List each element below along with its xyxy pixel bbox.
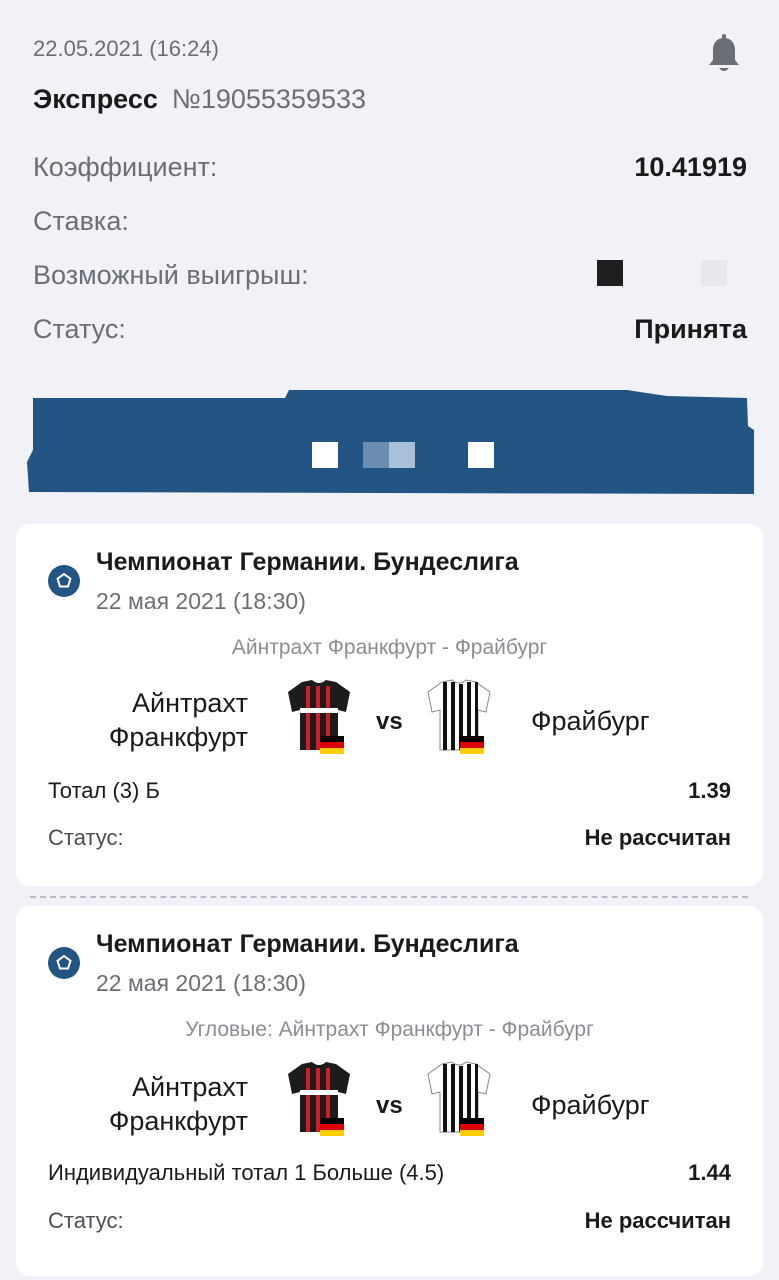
- market-odds: 1.39: [688, 778, 731, 803]
- stake-row: Ставка:: [33, 206, 747, 242]
- redaction-mark: [468, 442, 494, 468]
- event-status-value: Не рассчитан: [584, 825, 731, 850]
- event-status-label: Статус:: [48, 825, 124, 850]
- away-team: Фрайбург: [531, 1090, 650, 1120]
- bet-kind: Экспресс: [33, 84, 158, 114]
- away-kit-icon: [427, 679, 491, 754]
- bet-header: 22.05.2021 (16:24) Экспресс №19055359533 …: [0, 0, 779, 380]
- event-status-row: Статус: Не рассчитан: [48, 825, 731, 855]
- market-row: Тотал (3) Б 1.39: [48, 778, 731, 808]
- status-value: Принята: [634, 314, 747, 344]
- bet-title: Экспресс №19055359533: [33, 84, 366, 115]
- vs-label: vs: [376, 708, 403, 735]
- vs-label: vs: [376, 1092, 403, 1119]
- odds-row: Коэффициент: 10.41919: [33, 152, 747, 188]
- redacted-banner: [27, 390, 754, 494]
- stake-label: Ставка:: [33, 206, 129, 236]
- status-row: Статус: Принята: [33, 314, 747, 350]
- market-row: Индивидуальный тотал 1 Больше (4.5) 1.44: [48, 1160, 731, 1190]
- event-status-row: Статус: Не рассчитан: [48, 1208, 731, 1238]
- event-status-label: Статус:: [48, 1208, 124, 1233]
- payout-label: Возможный выигрыш:: [33, 260, 309, 290]
- bell-icon[interactable]: [705, 34, 743, 76]
- match-name: Айнтрахт Франкфурт - Фрайбург: [231, 636, 548, 659]
- soccer-ball-icon: [48, 565, 80, 597]
- away-kit-icon: [427, 1061, 491, 1136]
- home-team: Айнтрахт Франкфурт: [108, 688, 248, 752]
- redaction-mark: [597, 260, 623, 286]
- event-card[interactable]: Чемпионат Германии. Бундеслига 22 мая 20…: [16, 524, 763, 886]
- status-label: Статус:: [33, 314, 126, 344]
- bet-datetime: 22.05.2021 (16:24): [33, 36, 219, 61]
- home-team: Айнтрахт Франкфурт: [108, 1072, 248, 1136]
- market-name: Тотал (3) Б: [48, 778, 160, 803]
- market-name: Индивидуальный тотал 1 Больше (4.5): [48, 1160, 445, 1185]
- match-name: Угловые: Айнтрахт Франкфурт - Фрайбург: [185, 1018, 594, 1041]
- home-kit-icon: [288, 1062, 350, 1136]
- event-date: 22 мая 2021 (18:30): [96, 970, 306, 996]
- market-odds: 1.44: [688, 1160, 731, 1185]
- league-name: Чемпионат Германии. Бундеслига: [96, 548, 519, 576]
- bet-number: №19055359533: [171, 84, 367, 114]
- event-date: 22 мая 2021 (18:30): [96, 588, 306, 614]
- redaction-mark: [701, 260, 727, 286]
- event-status-value: Не рассчитан: [584, 1208, 731, 1233]
- odds-label: Коэффициент:: [33, 152, 218, 182]
- home-kit-icon: [288, 680, 350, 754]
- league-name: Чемпионат Германии. Бундеслига: [96, 930, 519, 958]
- soccer-ball-icon: [48, 947, 80, 979]
- odds-value: 10.41919: [634, 152, 747, 182]
- redaction-mark: [389, 442, 415, 468]
- card-divider: [30, 896, 748, 898]
- event-card[interactable]: Чемпионат Германии. Бундеслига 22 мая 20…: [16, 906, 763, 1276]
- redaction-mark: [312, 442, 338, 468]
- payout-row: Возможный выигрыш:: [33, 260, 747, 296]
- away-team: Фрайбург: [531, 706, 650, 736]
- redaction-mark: [363, 442, 389, 468]
